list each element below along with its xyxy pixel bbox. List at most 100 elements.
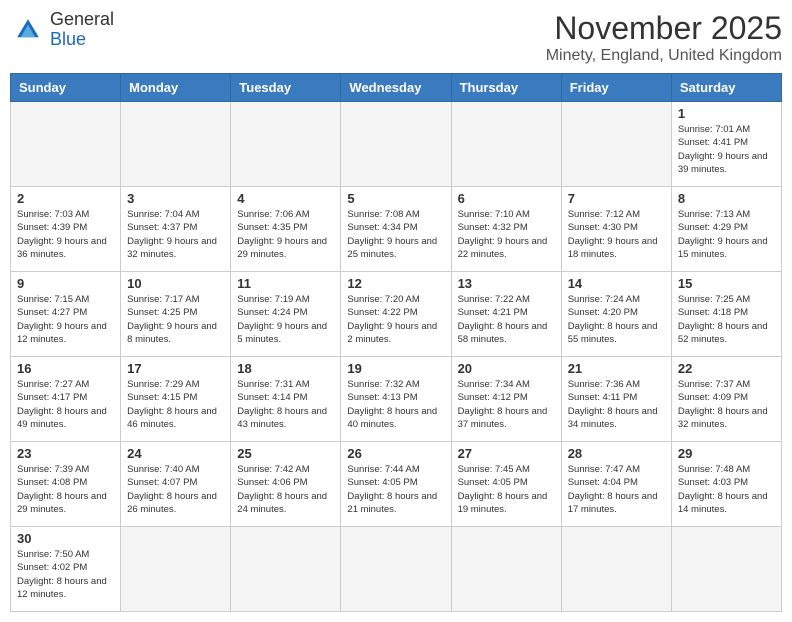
day-number: 29	[678, 446, 775, 461]
month-title: November 2025	[546, 10, 782, 47]
day-info: Sunrise: 7:39 AM Sunset: 4:08 PM Dayligh…	[17, 463, 114, 516]
calendar-cell: 15 Sunrise: 7:25 AM Sunset: 4:18 PM Dayli…	[671, 272, 781, 357]
day-info: Sunrise: 7:03 AM Sunset: 4:39 PM Dayligh…	[17, 208, 114, 261]
calendar-cell: 26Sunrise: 7:44 AM Sunset: 4:05 PM Dayli…	[341, 442, 451, 527]
calendar-cell: 4Sunrise: 7:06 AM Sunset: 4:35 PM Daylig…	[231, 187, 341, 272]
day-number: 20	[458, 361, 555, 376]
day-info: Sunrise: 7:32 AM Sunset: 4:13 PM Dayligh…	[347, 378, 444, 431]
day-info: Sunrise: 7:01 AM Sunset: 4:41 PM Dayligh…	[678, 123, 775, 176]
day-info: Sunrise: 7:25 AM Sunset: 4:18 PM Dayligh…	[678, 293, 775, 346]
day-number: 8	[678, 191, 775, 206]
day-number: 6	[458, 191, 555, 206]
day-info: Sunrise: 7:36 AM Sunset: 4:11 PM Dayligh…	[568, 378, 665, 431]
day-header-saturday: Saturday	[671, 74, 781, 102]
day-number: 23	[17, 446, 114, 461]
day-info: Sunrise: 7:19 AM Sunset: 4:24 PM Dayligh…	[237, 293, 334, 346]
calendar-cell	[451, 527, 561, 612]
day-info: Sunrise: 7:06 AM Sunset: 4:35 PM Dayligh…	[237, 208, 334, 261]
day-info: Sunrise: 7:13 AM Sunset: 4:29 PM Dayligh…	[678, 208, 775, 261]
calendar-cell	[11, 102, 121, 187]
day-number: 9	[17, 276, 114, 291]
day-info: Sunrise: 7:42 AM Sunset: 4:06 PM Dayligh…	[237, 463, 334, 516]
calendar-cell: 17 Sunrise: 7:29 AM Sunset: 4:15 PM Dayli…	[121, 357, 231, 442]
day-number: 10	[127, 276, 224, 291]
day-info: Sunrise: 7:31 AM Sunset: 4:14 PM Dayligh…	[237, 378, 334, 431]
day-info: Sunrise: 7:17 AM Sunset: 4:25 PM Dayligh…	[127, 293, 224, 346]
calendar-cell	[561, 102, 671, 187]
week-row-3: 9 Sunrise: 7:15 AM Sunset: 4:27 PM Daylig…	[11, 272, 782, 357]
day-info: Sunrise: 7:47 AM Sunset: 4:04 PM Dayligh…	[568, 463, 665, 516]
day-header-monday: Monday	[121, 74, 231, 102]
calendar-cell	[341, 102, 451, 187]
calendar-cell	[231, 527, 341, 612]
day-info: Sunrise: 7:08 AM Sunset: 4:34 PM Dayligh…	[347, 208, 444, 261]
day-number: 7	[568, 191, 665, 206]
day-number: 19	[347, 361, 444, 376]
calendar-cell: 10 Sunrise: 7:17 AM Sunset: 4:25 PM Dayli…	[121, 272, 231, 357]
page-header: General Blue November 2025 Minety, Engla…	[10, 10, 782, 65]
day-number: 2	[17, 191, 114, 206]
day-info: Sunrise: 7:12 AM Sunset: 4:30 PM Dayligh…	[568, 208, 665, 261]
day-number: 28	[568, 446, 665, 461]
day-header-friday: Friday	[561, 74, 671, 102]
day-number: 22	[678, 361, 775, 376]
location-title: Minety, England, United Kingdom	[546, 47, 782, 65]
day-info: Sunrise: 7:37 AM Sunset: 4:09 PM Dayligh…	[678, 378, 775, 431]
day-number: 5	[347, 191, 444, 206]
day-info: Sunrise: 7:48 AM Sunset: 4:03 PM Dayligh…	[678, 463, 775, 516]
week-row-2: 2 Sunrise: 7:03 AM Sunset: 4:39 PM Daylig…	[11, 187, 782, 272]
calendar-cell: 20 Sunrise: 7:34 AM Sunset: 4:12 PM Dayli…	[451, 357, 561, 442]
day-info: Sunrise: 7:50 AM Sunset: 4:02 PM Dayligh…	[17, 548, 114, 601]
calendar-cell: 19 Sunrise: 7:32 AM Sunset: 4:13 PM Dayli…	[341, 357, 451, 442]
day-number: 13	[458, 276, 555, 291]
week-row-4: 16Sunrise: 7:27 AM Sunset: 4:17 PM Dayli…	[11, 357, 782, 442]
calendar-cell: 22 Sunrise: 7:37 AM Sunset: 4:09 PM Dayli…	[671, 357, 781, 442]
day-info: Sunrise: 7:15 AM Sunset: 4:27 PM Dayligh…	[17, 293, 114, 346]
week-row-5: 23 Sunrise: 7:39 AM Sunset: 4:08 PM Dayli…	[11, 442, 782, 527]
calendar-cell	[121, 102, 231, 187]
day-number: 25	[237, 446, 334, 461]
calendar-cell: 8 Sunrise: 7:13 AM Sunset: 4:29 PM Daylig…	[671, 187, 781, 272]
day-info: Sunrise: 7:34 AM Sunset: 4:12 PM Dayligh…	[458, 378, 555, 431]
day-number: 18	[237, 361, 334, 376]
day-header-sunday: Sunday	[11, 74, 121, 102]
calendar-cell: 25 Sunrise: 7:42 AM Sunset: 4:06 PM Dayli…	[231, 442, 341, 527]
calendar-cell: 13Sunrise: 7:22 AM Sunset: 4:21 PM Dayli…	[451, 272, 561, 357]
day-info: Sunrise: 7:44 AM Sunset: 4:05 PM Dayligh…	[347, 463, 444, 516]
day-header-wednesday: Wednesday	[341, 74, 451, 102]
day-number: 15	[678, 276, 775, 291]
day-number: 24	[127, 446, 224, 461]
calendar-cell: 1 Sunrise: 7:01 AM Sunset: 4:41 PM Daylig…	[671, 102, 781, 187]
calendar-cell: 29 Sunrise: 7:48 AM Sunset: 4:03 PM Dayli…	[671, 442, 781, 527]
day-info: Sunrise: 7:40 AM Sunset: 4:07 PM Dayligh…	[127, 463, 224, 516]
logo-line1: General	[50, 10, 114, 30]
logo-line2: Blue	[50, 30, 114, 50]
day-info: Sunrise: 7:24 AM Sunset: 4:20 PM Dayligh…	[568, 293, 665, 346]
calendar-cell: 24 Sunrise: 7:40 AM Sunset: 4:07 PM Dayli…	[121, 442, 231, 527]
day-number: 27	[458, 446, 555, 461]
calendar-cell: 14 Sunrise: 7:24 AM Sunset: 4:20 PM Dayli…	[561, 272, 671, 357]
calendar-cell: 30Sunrise: 7:50 AM Sunset: 4:02 PM Dayli…	[11, 527, 121, 612]
calendar-cell: 28 Sunrise: 7:47 AM Sunset: 4:04 PM Dayli…	[561, 442, 671, 527]
day-number: 14	[568, 276, 665, 291]
calendar-cell	[341, 527, 451, 612]
day-info: Sunrise: 7:04 AM Sunset: 4:37 PM Dayligh…	[127, 208, 224, 261]
day-number: 16	[17, 361, 114, 376]
calendar-cell: 2 Sunrise: 7:03 AM Sunset: 4:39 PM Daylig…	[11, 187, 121, 272]
week-row-1: 1 Sunrise: 7:01 AM Sunset: 4:41 PM Daylig…	[11, 102, 782, 187]
day-number: 12	[347, 276, 444, 291]
day-info: Sunrise: 7:29 AM Sunset: 4:15 PM Dayligh…	[127, 378, 224, 431]
day-number: 1	[678, 106, 775, 121]
day-info: Sunrise: 7:10 AM Sunset: 4:32 PM Dayligh…	[458, 208, 555, 261]
day-number: 3	[127, 191, 224, 206]
logo-icon	[10, 12, 46, 48]
calendar-cell: 18 Sunrise: 7:31 AM Sunset: 4:14 PM Dayli…	[231, 357, 341, 442]
calendar-cell: 11Sunrise: 7:19 AM Sunset: 4:24 PM Dayli…	[231, 272, 341, 357]
calendar-cell: 3 Sunrise: 7:04 AM Sunset: 4:37 PM Daylig…	[121, 187, 231, 272]
calendar-cell: 12Sunrise: 7:20 AM Sunset: 4:22 PM Dayli…	[341, 272, 451, 357]
day-number: 17	[127, 361, 224, 376]
day-number: 21	[568, 361, 665, 376]
day-header-thursday: Thursday	[451, 74, 561, 102]
calendar-header-row: SundayMondayTuesdayWednesdayThursdayFrid…	[11, 74, 782, 102]
day-info: Sunrise: 7:45 AM Sunset: 4:05 PM Dayligh…	[458, 463, 555, 516]
